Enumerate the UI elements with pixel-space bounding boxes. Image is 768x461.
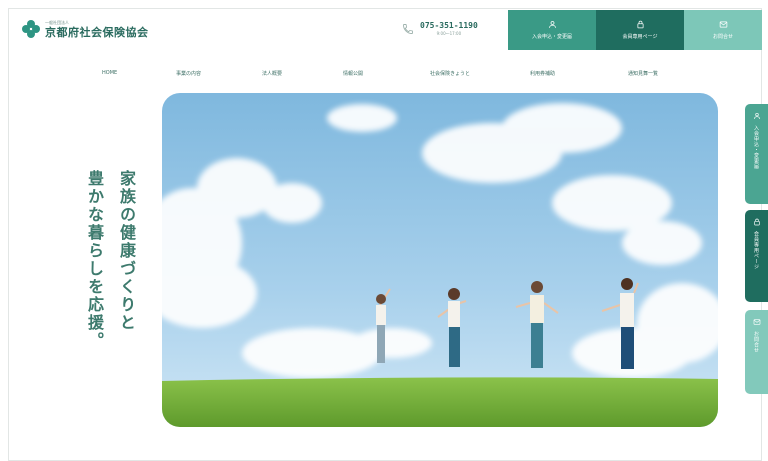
side-tab-contact-label: お問合せ [753,331,759,353]
logo-subtitle: 一般社団法人 [45,19,69,25]
side-tab-join[interactable]: 入会申込・変更届 [745,104,768,204]
nav-item-notices[interactable]: 通知見舞一覧 [628,70,658,77]
hero-catchphrase: 家族の健康づくりと 豊かな暮らしを応援。 [82,170,138,350]
person-icon [548,21,556,28]
contact-button-label: お問合せ [712,34,733,40]
logo-title: 京都府社会保険協会 [45,25,149,39]
phone-contact[interactable]: 075-351-1190 9:00〜17:00 [402,22,478,36]
catchphrase-line-1: 家族の健康づくりと [117,170,136,332]
join-button-label: 入会申込・変更届 [531,34,572,40]
person-icon [753,113,760,120]
nav-item-magazine[interactable]: 社会保険きょうと [430,70,470,77]
nav-item-ticket-subsidy[interactable]: 利用券補助 [530,70,555,77]
join-button[interactable]: 入会申込・変更届 [508,10,596,50]
member-page-button[interactable]: 会員専用ページ [596,10,684,50]
side-tab-member[interactable]: 会員専用ページ [745,210,768,302]
member-page-button-label: 会員専用ページ [622,34,658,40]
nav-item-home[interactable]: HOME [102,70,117,76]
site-logo[interactable]: 一般社団法人 京都府社会保険協会 [22,20,149,38]
phone-number: 075-351-1190 [420,21,478,30]
phone-hours: 9:00〜17:00 [436,31,462,36]
side-tab-join-label: 入会申込・変更届 [753,125,759,169]
mail-icon [753,319,760,325]
side-tab-member-label: 会員専用ページ [753,231,759,270]
phone-icon [403,24,413,34]
lock-icon [637,20,643,29]
mail-icon [719,21,727,28]
lock-icon [753,218,760,226]
catchphrase-line-2: 豊かな暮らしを応援。 [85,170,104,350]
nav-item-disclosure[interactable]: 情報公開 [343,70,363,77]
hero-image [162,93,718,427]
nav-item-overview[interactable]: 法人概要 [262,70,282,77]
nav-item-services[interactable]: 事業の内容 [176,70,201,77]
global-nav: HOME 事業の内容 法人概要 情報公開 社会保険きょうと 利用券補助 通知見舞… [0,70,768,82]
contact-button[interactable]: お問合せ [684,10,762,50]
clover-icon [22,20,40,38]
side-tab-contact[interactable]: お問合せ [745,310,768,394]
